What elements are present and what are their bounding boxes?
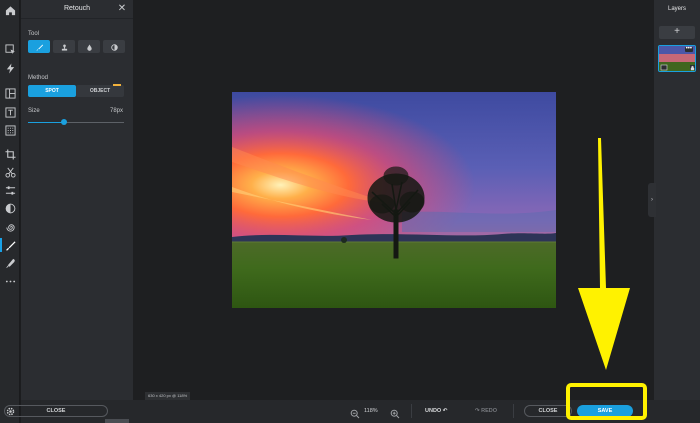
adjust-sliders-icon[interactable] bbox=[2, 182, 18, 198]
texture-icon[interactable] bbox=[2, 122, 18, 138]
divider bbox=[21, 18, 133, 19]
layers-title: Layers bbox=[667, 6, 686, 12]
brush-tool-button[interactable] bbox=[28, 40, 50, 53]
redo-icon: ↷ bbox=[475, 408, 480, 414]
size-slider-handle[interactable] bbox=[61, 119, 68, 125]
undo-icon: ↶ bbox=[442, 408, 448, 414]
drop-tool-button[interactable] bbox=[78, 40, 100, 53]
size-value: 78px bbox=[109, 108, 123, 114]
scrollbar[interactable] bbox=[105, 419, 129, 423]
divider bbox=[411, 404, 412, 418]
text-icon[interactable] bbox=[2, 104, 18, 120]
zoom-level: 118% bbox=[364, 408, 378, 414]
annotation-arrow-icon bbox=[578, 138, 630, 370]
undo-label: UNDO bbox=[425, 408, 442, 414]
divider bbox=[513, 404, 514, 418]
spiral-icon[interactable] bbox=[2, 219, 18, 235]
layer-more-icon[interactable]: ••• bbox=[684, 46, 693, 52]
crop-icon[interactable] bbox=[2, 146, 18, 162]
redo-button[interactable]: ↷ REDO bbox=[475, 406, 497, 416]
retouch-panel: Retouch ✕ Tool Method SPOT OBJECT Size 7… bbox=[21, 0, 133, 423]
stamp-tool-button[interactable] bbox=[53, 40, 75, 53]
tool-selector bbox=[28, 40, 125, 53]
sunset-tree-photo bbox=[232, 92, 556, 308]
more-dots-icon[interactable] bbox=[2, 273, 18, 289]
scissors-icon[interactable] bbox=[2, 164, 18, 180]
layer-thumbnail[interactable]: ••• bbox=[658, 45, 696, 72]
contrast-icon bbox=[110, 38, 118, 56]
dimensions-readout: 630 x 420 px @ 118% bbox=[145, 392, 191, 400]
method-toggle: SPOT OBJECT bbox=[28, 84, 124, 97]
size-slider-fill bbox=[28, 122, 65, 123]
brush-icon bbox=[35, 38, 43, 56]
layout-icon[interactable] bbox=[2, 85, 18, 101]
layers-panel: Layers + ••• bbox=[654, 0, 700, 400]
collapse-panel-chevron-icon[interactable]: › bbox=[648, 183, 656, 217]
contrast-tool-button[interactable] bbox=[103, 40, 125, 53]
stamp-icon bbox=[61, 38, 68, 56]
retouch-brush-icon[interactable] bbox=[0, 237, 18, 253]
undo-button[interactable]: UNDO ↶ bbox=[425, 406, 447, 416]
close-button[interactable]: CLOSE bbox=[524, 405, 572, 417]
redo-label: REDO bbox=[481, 408, 498, 414]
add-layer-button[interactable]: + bbox=[659, 26, 695, 39]
panel-close-button[interactable]: CLOSE bbox=[4, 405, 108, 417]
lightning-icon[interactable] bbox=[2, 60, 18, 76]
method-object-button[interactable]: OBJECT bbox=[76, 84, 124, 97]
close-icon[interactable]: ✕ bbox=[116, 3, 128, 15]
tool-label: Tool bbox=[28, 31, 40, 37]
filter-circle-icon[interactable] bbox=[2, 200, 18, 216]
home-icon[interactable] bbox=[2, 2, 18, 18]
tool-rail bbox=[0, 0, 20, 423]
draw-brush-icon[interactable] bbox=[2, 255, 18, 271]
photo-canvas[interactable] bbox=[232, 92, 556, 308]
drop-icon bbox=[86, 38, 93, 56]
size-label: Size bbox=[28, 108, 40, 114]
select-arrow-icon[interactable] bbox=[2, 41, 18, 57]
size-slider[interactable] bbox=[28, 119, 124, 125]
zoom-out-icon[interactable] bbox=[350, 406, 360, 419]
photo-editor: Retouch ✕ Tool Method SPOT OBJECT Size 7… bbox=[0, 0, 700, 423]
method-spot-button[interactable]: SPOT bbox=[28, 85, 76, 97]
method-label: Method bbox=[28, 75, 49, 81]
save-highlight-box bbox=[566, 383, 647, 420]
zoom-in-icon[interactable] bbox=[390, 406, 400, 419]
